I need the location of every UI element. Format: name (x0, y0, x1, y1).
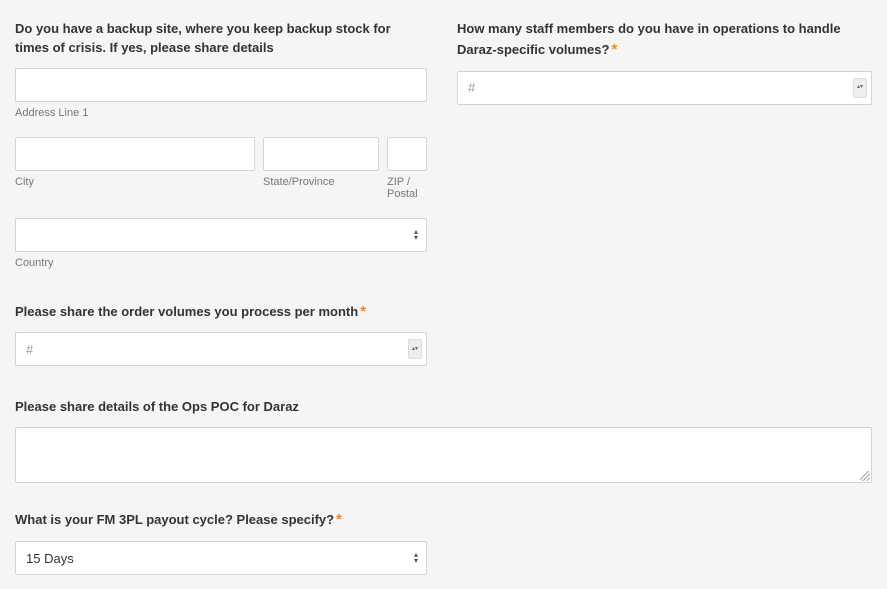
chevron-updown-icon: ▴▾ (414, 552, 418, 564)
order-volumes-input[interactable]: # ▴▾ (15, 332, 427, 366)
backup-state-input[interactable] (263, 137, 379, 171)
required-icon: * (336, 511, 342, 528)
country-sublabel: Country (15, 257, 427, 269)
payout-cycle-value: 15 Days (26, 551, 74, 566)
backup-country-select[interactable]: ▴▾ (15, 218, 427, 252)
order-volumes-label: Please share the order volumes you proce… (15, 301, 427, 323)
ops-poc-textarea[interactable] (15, 427, 872, 483)
address-line1-sublabel: Address Line 1 (15, 107, 427, 119)
backup-site-label: Do you have a backup site, where you kee… (15, 20, 427, 58)
backup-zip-input[interactable] (387, 137, 427, 171)
staff-members-label: How many staff members do you have in op… (457, 20, 872, 61)
chevron-updown-icon: ▴▾ (414, 229, 418, 241)
ops-poc-label: Please share details of the Ops POC for … (15, 398, 872, 417)
zip-sublabel: ZIP / Postal (387, 176, 427, 200)
payout-cycle-label: What is your FM 3PL payout cycle? Please… (15, 509, 427, 531)
required-icon: * (611, 41, 617, 58)
required-icon: * (360, 303, 366, 320)
number-spinner-icon[interactable]: ▴▾ (853, 78, 867, 98)
city-sublabel: City (15, 176, 255, 188)
backup-city-input[interactable] (15, 137, 255, 171)
number-spinner-icon[interactable]: ▴▾ (408, 339, 422, 359)
backup-address-line1-input[interactable] (15, 68, 427, 102)
state-sublabel: State/Province (263, 176, 379, 188)
payout-cycle-select[interactable]: 15 Days ▴▾ (15, 541, 427, 575)
staff-members-input[interactable]: # ▴▾ (457, 71, 872, 105)
